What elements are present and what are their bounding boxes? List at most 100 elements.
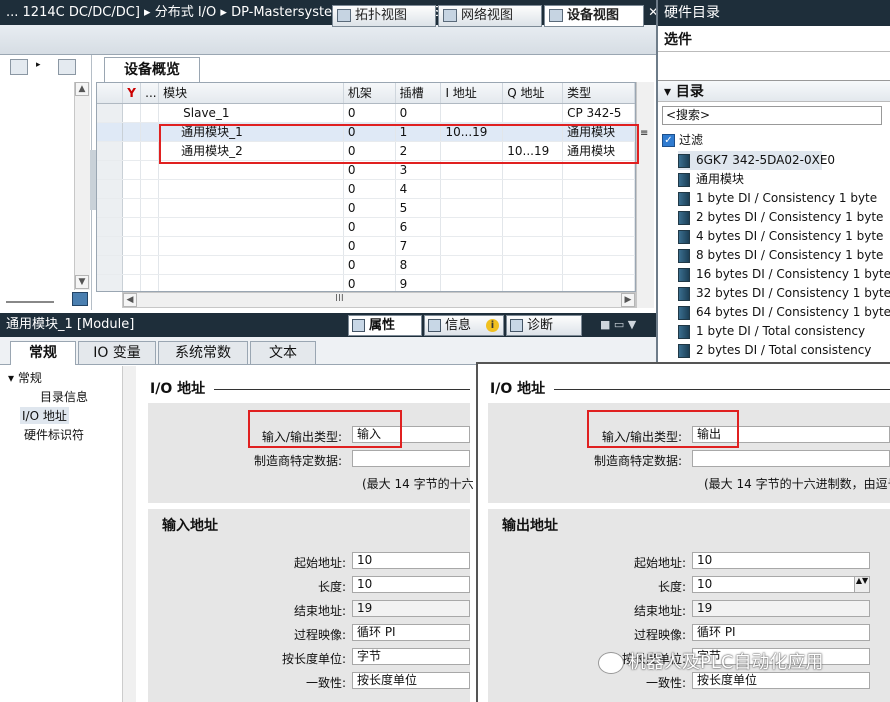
subtab-texts[interactable]: 文本	[250, 341, 316, 364]
table-row[interactable]: 通用模块_1 0 1 10...19 通用模块	[97, 122, 635, 142]
cell-type[interactable]	[562, 236, 635, 256]
col-rack[interactable]: 机架	[343, 83, 396, 104]
table-row[interactable]: 03	[97, 160, 635, 180]
cell-q-address[interactable]: 10...19	[502, 141, 564, 161]
cell-i-address[interactable]	[440, 198, 504, 218]
address-field-value[interactable]: 10	[352, 552, 470, 569]
nav-item-io-address[interactable]: I/O 地址	[20, 407, 69, 424]
row-status[interactable]	[122, 179, 142, 199]
row-header[interactable]	[97, 160, 124, 180]
cell-slot[interactable]: 4	[395, 179, 442, 199]
row-more[interactable]	[140, 217, 160, 237]
row-header[interactable]	[97, 198, 124, 218]
cell-q-address[interactable]	[502, 103, 564, 123]
left-vscrollbar[interactable]	[74, 82, 90, 290]
cell-i-address[interactable]	[440, 160, 504, 180]
table-row[interactable]: Slave_1 0 0 CP 342-5	[97, 103, 635, 123]
row-more[interactable]	[140, 141, 160, 161]
row-more[interactable]	[140, 103, 160, 123]
cell-rack[interactable]: 0	[343, 141, 396, 161]
cell-module[interactable]	[158, 255, 344, 275]
tab-diagnostics[interactable]: 诊断	[506, 315, 582, 336]
mfr-data-input-out[interactable]	[692, 450, 890, 467]
address-field-value[interactable]: 循环 PI	[352, 624, 470, 641]
row-more[interactable]	[140, 255, 160, 275]
catalog-item[interactable]: 64 bytes DI / Consistency 1 byte	[678, 303, 890, 322]
tab-info[interactable]: 信息 i	[424, 315, 504, 336]
cell-i-address[interactable]	[440, 236, 504, 256]
scroll-up-icon[interactable]: ▲	[75, 82, 89, 96]
address-field-value[interactable]: 10	[692, 576, 870, 593]
row-status[interactable]	[122, 255, 142, 275]
catalog-item[interactable]: 2 bytes DI / Consistency 1 byte	[678, 208, 883, 227]
table-row[interactable]: 通用模块_2 0 2 10...19 通用模块	[97, 141, 635, 161]
cell-rack[interactable]: 0	[343, 217, 396, 237]
subtab-io-tags[interactable]: IO 变量	[78, 341, 156, 364]
catalog-options[interactable]: 选件	[658, 28, 890, 52]
cell-module[interactable]: 通用模块_1	[158, 122, 344, 142]
dropdown-arrow-icon[interactable]: ▸	[36, 60, 41, 70]
row-header[interactable]	[97, 103, 124, 123]
col-type[interactable]: 类型	[562, 83, 635, 104]
cell-slot[interactable]: 7	[395, 236, 442, 256]
catalog-item[interactable]: 1 byte DI / Consistency 1 byte	[678, 189, 877, 208]
row-status[interactable]	[122, 236, 142, 256]
address-field-value[interactable]: 按长度单位	[692, 672, 870, 689]
overview-hscrollbar[interactable]: ◀ III ▶	[122, 292, 636, 308]
catalog-filter[interactable]: ✓ 过滤	[662, 133, 703, 147]
row-more[interactable]	[140, 274, 160, 291]
cell-rack[interactable]: 0	[343, 198, 396, 218]
row-header[interactable]	[97, 141, 124, 161]
address-field-value[interactable]: 10	[352, 576, 470, 593]
length-spinner-icon[interactable]: ▲▼	[854, 577, 869, 592]
catalog-item[interactable]: 4 bytes DI / Consistency 1 byte	[678, 227, 883, 246]
subtab-system-constants[interactable]: 系统常数	[158, 341, 248, 364]
catalog-item[interactable]: 16 bytes DI / Consistency 1 byte	[678, 265, 890, 284]
cell-module[interactable]	[158, 198, 344, 218]
cell-type[interactable]: 通用模块	[562, 122, 635, 142]
cell-module[interactable]	[158, 217, 344, 237]
nav-item-hardware-id[interactable]: 硬件标识符	[24, 426, 84, 443]
cell-type[interactable]	[562, 179, 635, 199]
row-status[interactable]	[122, 160, 142, 180]
row-header[interactable]	[97, 179, 124, 199]
cell-module[interactable]	[158, 160, 344, 180]
table-row[interactable]: 08	[97, 255, 635, 275]
cell-slot[interactable]: 0	[395, 103, 442, 123]
tab-topology-view[interactable]: 拓扑视图	[332, 5, 436, 27]
row-status[interactable]	[122, 122, 142, 142]
tab-network-view[interactable]: 网络视图	[438, 5, 542, 27]
cell-module[interactable]	[158, 274, 344, 291]
cell-module[interactable]: Slave_1	[158, 103, 344, 123]
catalog-item[interactable]: 2 bytes DI / Total consistency	[678, 341, 871, 360]
collapse-icon[interactable]: ▾	[664, 84, 676, 100]
cell-type[interactable]	[562, 160, 635, 180]
cell-i-address[interactable]	[440, 274, 504, 291]
row-more[interactable]	[140, 236, 160, 256]
io-type-select[interactable]: 输入	[352, 426, 470, 443]
address-field-value[interactable]: 10	[692, 552, 870, 569]
cell-rack[interactable]: 0	[343, 236, 396, 256]
io-type-select-out[interactable]: 输出	[692, 426, 890, 443]
cell-slot[interactable]: 3	[395, 160, 442, 180]
cell-i-address[interactable]	[440, 217, 504, 237]
cell-type[interactable]	[562, 217, 635, 237]
col-q-address[interactable]: Q 地址	[502, 83, 564, 104]
row-status[interactable]	[122, 198, 142, 218]
cell-i-address[interactable]	[440, 255, 504, 275]
cell-type[interactable]: CP 342-5	[562, 103, 635, 123]
catalog-item[interactable]: 6GK7 342-5DA02-0XE0	[678, 151, 835, 170]
row-more[interactable]	[140, 160, 160, 180]
more-col[interactable]: ...	[140, 83, 160, 104]
cell-q-address[interactable]	[502, 179, 564, 199]
nav-root-general[interactable]: ▾ 常规	[8, 369, 42, 386]
scroll-right-icon[interactable]: ▶	[621, 293, 635, 307]
row-header[interactable]	[97, 255, 124, 275]
cell-q-address[interactable]	[502, 122, 564, 142]
row-header[interactable]	[97, 274, 124, 291]
table-row[interactable]: 09	[97, 274, 635, 291]
address-field-value[interactable]: 循环 PI	[692, 624, 870, 641]
catalog-item[interactable]: 通用模块	[678, 170, 744, 189]
tab-device-view[interactable]: 设备视图	[544, 5, 644, 27]
catalog-item[interactable]: 8 bytes DI / Consistency 1 byte	[678, 246, 883, 265]
